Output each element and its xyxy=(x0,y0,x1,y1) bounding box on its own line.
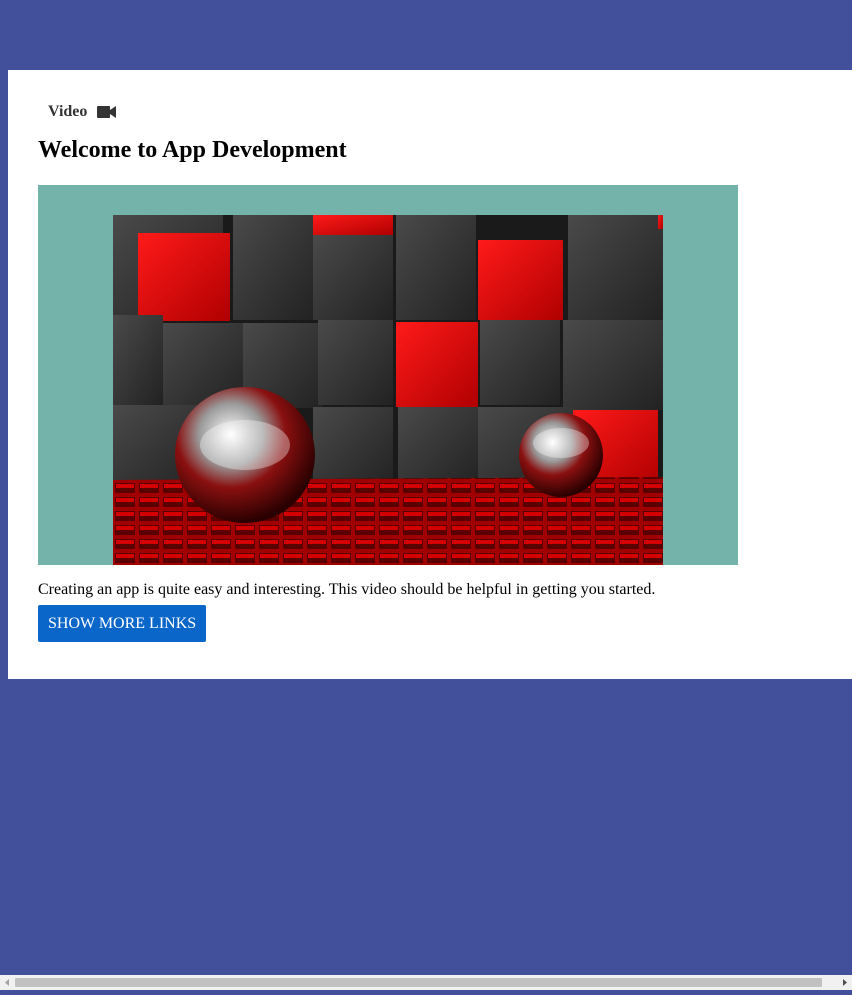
content-card: Video Welcome to App Development Creatin… xyxy=(8,70,852,679)
show-more-links-button[interactable]: SHOW MORE LINKS xyxy=(38,605,207,642)
horizontal-scrollbar[interactable] xyxy=(0,975,852,990)
video-thumbnail[interactable] xyxy=(113,215,663,565)
video-frame[interactable] xyxy=(38,185,738,565)
page-title: Welcome to App Development xyxy=(38,137,347,163)
video-description: Creating an app is quite easy and intere… xyxy=(38,581,656,598)
video-camera-icon xyxy=(97,105,117,119)
media-type-text: Video xyxy=(48,103,88,120)
arrow-right-icon[interactable] xyxy=(837,975,852,990)
media-type-label: Video xyxy=(48,102,117,122)
arrow-left-icon[interactable] xyxy=(0,975,15,990)
scrollbar-thumb[interactable] xyxy=(15,978,822,987)
